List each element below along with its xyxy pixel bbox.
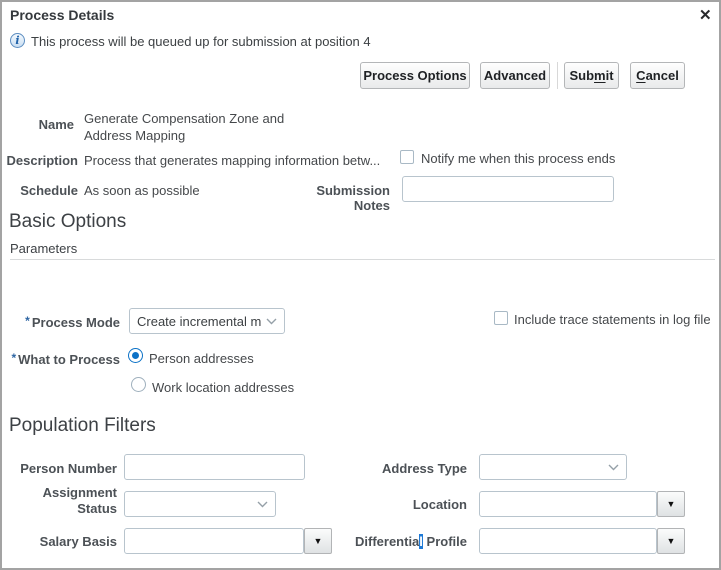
submit-label-post: it: [606, 68, 614, 83]
differential-profile-label-pre: Differentia: [355, 534, 419, 549]
differential-profile-lov-button[interactable]: ▼: [657, 528, 685, 554]
cancel-label-accesskey: C: [636, 68, 645, 83]
parameters-subheading: Parameters: [10, 241, 77, 256]
description-value: Process that generates mapping informati…: [84, 153, 380, 168]
address-type-select[interactable]: [479, 454, 627, 480]
assignment-status-select[interactable]: [124, 491, 276, 517]
salary-basis-lov-button[interactable]: ▼: [304, 528, 332, 554]
lov-arrow-icon: ▼: [667, 499, 676, 509]
name-label: Name: [2, 117, 74, 132]
what-to-process-label-text: What to Process: [18, 352, 120, 367]
submission-notes-label: Submission Notes: [278, 183, 390, 213]
what-to-process-required-marker: *: [11, 351, 16, 365]
parameters-divider: [10, 259, 715, 260]
submission-notes-input[interactable]: [402, 176, 614, 202]
process-mode-select[interactable]: Create incremental m: [129, 308, 285, 334]
radio-work-location-addresses-label: Work location addresses: [152, 380, 294, 395]
chevron-down-icon: [257, 501, 268, 508]
close-icon[interactable]: ✕: [699, 8, 712, 23]
location-label: Location: [347, 497, 467, 512]
advanced-button[interactable]: Advanced: [480, 62, 550, 89]
process-mode-required-marker: *: [25, 314, 30, 328]
info-icon: i: [10, 33, 25, 48]
chevron-down-icon: [608, 464, 619, 471]
lov-arrow-icon: ▼: [667, 536, 676, 546]
description-label: Description: [2, 153, 78, 168]
lov-arrow-icon: ▼: [314, 536, 323, 546]
schedule-value: As soon as possible: [84, 183, 200, 198]
trace-checkbox-label: Include trace statements in log file: [514, 312, 711, 327]
chevron-down-icon: [266, 318, 277, 325]
submit-button[interactable]: Submit: [564, 62, 619, 89]
person-number-label: Person Number: [2, 461, 117, 476]
button-group-divider: [557, 62, 558, 89]
differential-profile-label-post: Profile: [423, 534, 467, 549]
salary-basis-input[interactable]: [124, 528, 304, 554]
notify-checkbox[interactable]: [400, 150, 414, 164]
salary-basis-label: Salary Basis: [2, 534, 117, 549]
location-lov-button[interactable]: ▼: [657, 491, 685, 517]
address-type-label: Address Type: [347, 461, 467, 476]
cancel-button[interactable]: Cancel: [630, 62, 685, 89]
process-details-dialog: Process Details ✕ i This process will be…: [0, 0, 721, 570]
radio-person-addresses[interactable]: [128, 348, 143, 363]
cancel-label-post: ancel: [646, 68, 679, 83]
differential-profile-label: Differential Profile: [342, 534, 467, 549]
submit-label-accesskey: m: [594, 68, 606, 83]
info-message: This process will be queued up for submi…: [31, 34, 371, 49]
schedule-label: Schedule: [2, 183, 78, 198]
person-number-input[interactable]: [124, 454, 305, 480]
notify-checkbox-label: Notify me when this process ends: [421, 151, 615, 166]
process-mode-label: *Process Mode: [2, 314, 120, 330]
what-to-process-label: *What to Process: [2, 351, 120, 367]
dialog-title: Process Details: [10, 7, 114, 23]
process-mode-value: Create incremental m: [137, 314, 261, 329]
name-value: Generate Compensation Zone and Address M…: [84, 110, 289, 144]
radio-person-addresses-label: Person addresses: [149, 351, 254, 366]
population-filters-heading: Population Filters: [9, 415, 156, 437]
radio-work-location-addresses[interactable]: [131, 377, 146, 392]
basic-options-heading: Basic Options: [9, 211, 126, 233]
assignment-status-label: Assignment Status: [27, 485, 117, 517]
process-options-button[interactable]: Process Options: [360, 62, 470, 89]
info-icon-glyph: i: [15, 34, 19, 47]
submit-label-pre: Sub: [569, 68, 594, 83]
trace-checkbox[interactable]: [494, 311, 508, 325]
location-input[interactable]: [479, 491, 657, 517]
differential-profile-input[interactable]: [479, 528, 657, 554]
process-mode-label-text: Process Mode: [32, 315, 120, 330]
